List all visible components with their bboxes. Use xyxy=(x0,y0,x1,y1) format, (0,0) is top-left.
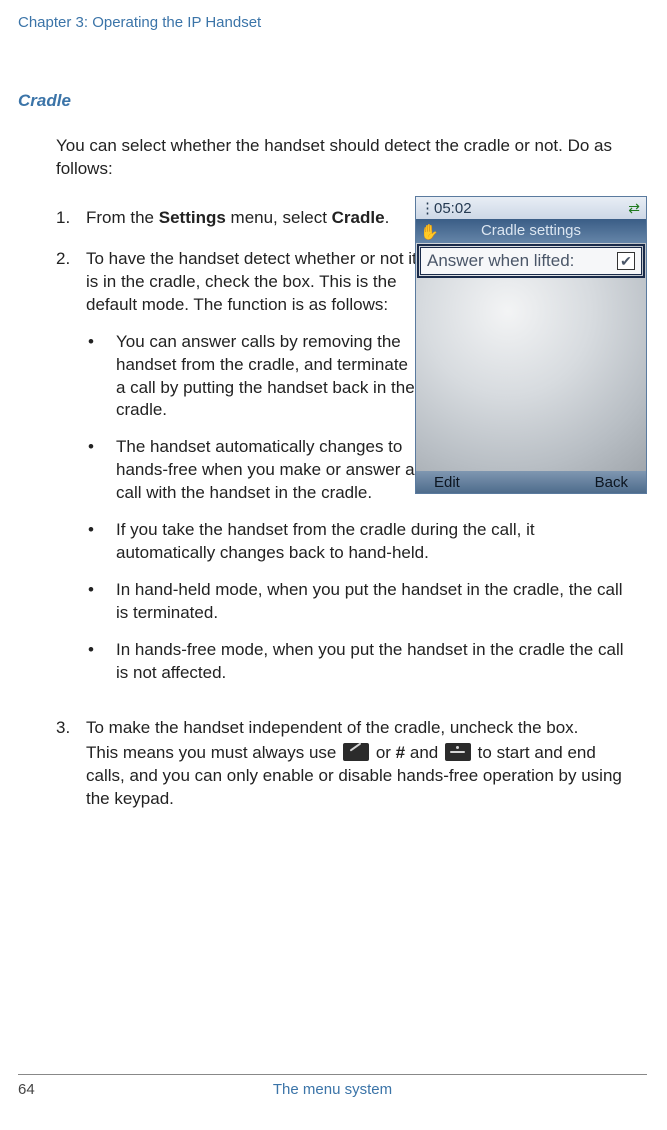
chapter-header: Chapter 3: Operating the IP Handset xyxy=(18,14,647,31)
bullet-marker: • xyxy=(86,639,116,685)
row-label: Answer when lifted: xyxy=(427,251,574,271)
bullet-marker: • xyxy=(86,436,116,505)
bullet-marker: • xyxy=(86,331,116,423)
phone-title-bar: ✋ Cradle settings xyxy=(416,219,646,243)
hangup-key-icon xyxy=(445,743,471,761)
bullet-marker: • xyxy=(86,519,116,565)
answer-when-lifted-row[interactable]: Answer when lifted: ✔ xyxy=(420,247,642,275)
bullet-text: In hand-held mode, when you put the hand… xyxy=(116,579,637,625)
step-3-text: To make the handset independent of the c… xyxy=(86,717,637,811)
page-footer: 64 The menu system xyxy=(18,1074,647,1098)
bullet-text: In hands-free mode, when you put the han… xyxy=(116,639,637,685)
intro-paragraph: You can select whether the handset shoul… xyxy=(56,135,637,181)
bullet-item: • In hand-held mode, when you put the ha… xyxy=(86,579,637,625)
phone-screen-title: Cradle settings xyxy=(481,222,581,239)
phone-clock: 05:02 xyxy=(434,200,472,217)
step-3: 3. To make the handset independent of th… xyxy=(56,717,637,811)
bullet-text: If you take the handset from the cradle … xyxy=(116,519,637,565)
phone-softkey-bar: Edit Back xyxy=(416,471,646,493)
sync-icon: ⇄ xyxy=(628,200,640,217)
phone-screenshot: ⋮ 05:02 ⇄ ✋ Cradle settings Answer when … xyxy=(415,196,647,494)
bullet-text: The handset automatically changes to han… xyxy=(116,436,422,505)
bullet-item: • If you take the handset from the cradl… xyxy=(86,519,637,565)
phone-content-area: Answer when lifted: ✔ xyxy=(416,243,646,471)
answer-lifted-checkbox[interactable]: ✔ xyxy=(617,252,635,270)
bullet-item: • In hands-free mode, when you put the h… xyxy=(86,639,637,685)
step-number: 2. xyxy=(56,248,86,699)
phone-status-bar: ⋮ 05:02 ⇄ xyxy=(416,197,646,219)
hand-icon: ✋ xyxy=(420,221,439,245)
step-number: 3. xyxy=(56,717,86,811)
step-2-text: To have the handset detect whether or no… xyxy=(86,248,420,317)
signal-icon: ⋮ xyxy=(420,199,434,217)
step-number: 1. xyxy=(56,207,86,230)
call-key-icon xyxy=(343,743,369,761)
bullet-marker: • xyxy=(86,579,116,625)
section-title: Cradle xyxy=(18,91,647,111)
softkey-back[interactable]: Back xyxy=(595,474,628,491)
bullet-text: You can answer calls by removing the han… xyxy=(116,331,422,423)
softkey-edit[interactable]: Edit xyxy=(434,474,460,491)
footer-title: The menu system xyxy=(18,1081,647,1098)
